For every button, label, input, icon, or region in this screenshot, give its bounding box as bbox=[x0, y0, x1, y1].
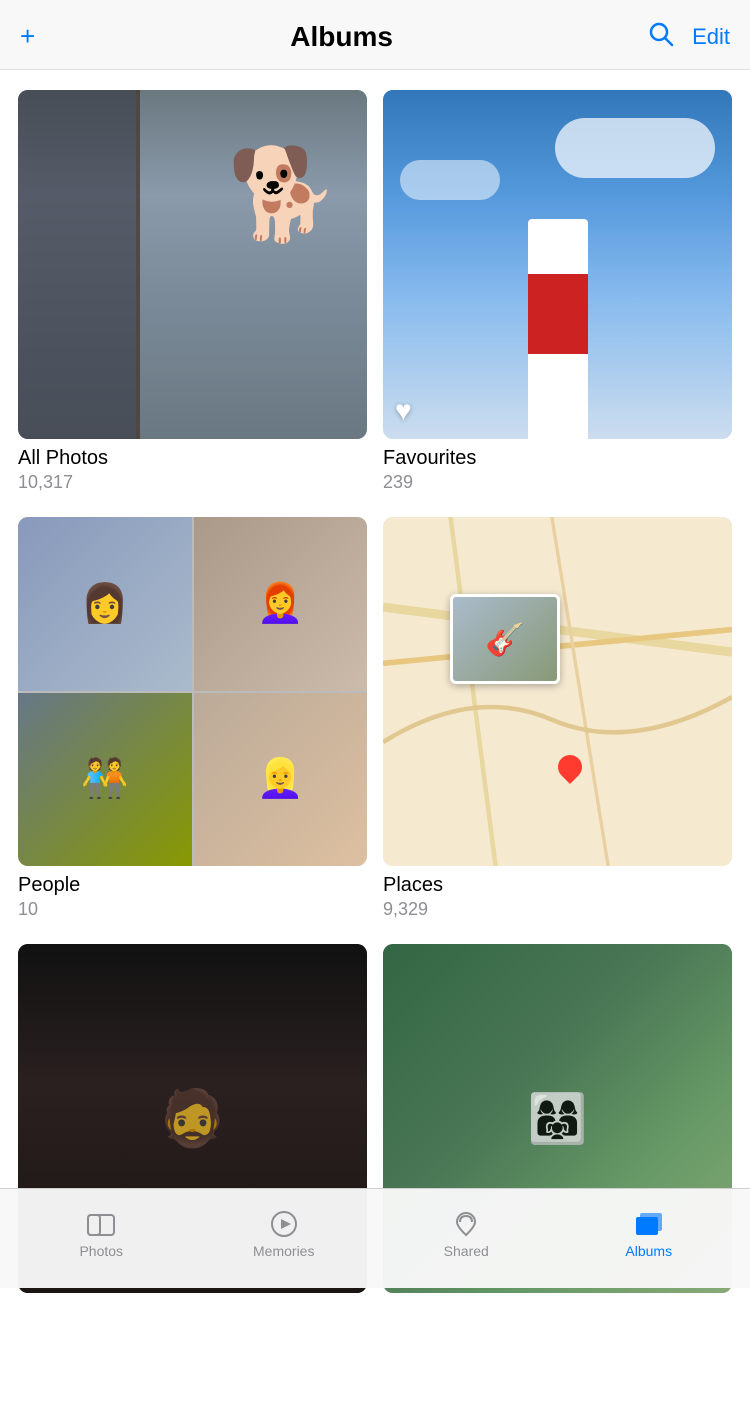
album-thumbnail: 🎸 bbox=[383, 517, 732, 866]
album-count: 239 bbox=[383, 472, 732, 493]
nav-label-memories: Memories bbox=[253, 1243, 314, 1259]
nav-label-photos: Photos bbox=[79, 1243, 123, 1259]
person-cell-4: 👱‍♀️ bbox=[194, 693, 368, 867]
bottom-nav: Photos Memories Shared Albums bbox=[0, 1188, 750, 1288]
nav-label-shared: Shared bbox=[444, 1243, 489, 1259]
album-count: 10,317 bbox=[18, 472, 367, 493]
search-icon bbox=[648, 21, 674, 47]
album-name: People bbox=[18, 874, 367, 897]
add-button[interactable]: + bbox=[20, 21, 35, 52]
album-thumbnail: 🐕 bbox=[18, 90, 367, 439]
photos-icon bbox=[86, 1209, 116, 1239]
album-thumbnail: ♥ bbox=[383, 90, 732, 439]
nav-item-shared[interactable]: Shared bbox=[375, 1209, 558, 1259]
search-button[interactable] bbox=[648, 21, 674, 53]
album-people[interactable]: 👩 👩‍🦰 🧑‍🤝‍🧑 👱‍♀️ People 10 bbox=[18, 517, 367, 920]
album-thumbnail: 👩 👩‍🦰 🧑‍🤝‍🧑 👱‍♀️ bbox=[18, 517, 367, 866]
memories-icon bbox=[269, 1209, 299, 1239]
albums-grid: 🐕 All Photos 10,317 bbox=[0, 70, 750, 1303]
album-all-photos[interactable]: 🐕 All Photos 10,317 bbox=[18, 90, 367, 493]
map-lines-svg bbox=[383, 517, 732, 866]
albums-icon bbox=[634, 1209, 664, 1239]
nav-item-memories[interactable]: Memories bbox=[193, 1209, 376, 1259]
album-name: Places bbox=[383, 874, 732, 897]
lighthouse-shape bbox=[528, 219, 588, 439]
person-cell-2: 👩‍🦰 bbox=[194, 517, 368, 691]
album-name: Favourites bbox=[383, 447, 732, 470]
nav-item-albums[interactable]: Albums bbox=[558, 1209, 741, 1259]
people-collage: 👩 👩‍🦰 🧑‍🤝‍🧑 👱‍♀️ bbox=[18, 517, 367, 866]
map-pin-photo: 🎸 bbox=[450, 594, 560, 684]
page-title: Albums bbox=[290, 21, 393, 53]
header: + Albums Edit bbox=[0, 0, 750, 70]
album-name: All Photos bbox=[18, 447, 367, 470]
album-count: 10 bbox=[18, 899, 367, 920]
person-cell-3: 🧑‍🤝‍🧑 bbox=[18, 693, 192, 867]
album-image: ♥ bbox=[383, 90, 732, 439]
album-count: 9,329 bbox=[383, 899, 732, 920]
edit-button[interactable]: Edit bbox=[692, 24, 730, 50]
places-map: 🎸 bbox=[383, 517, 732, 866]
album-image: 🐕 bbox=[18, 90, 367, 439]
shared-icon bbox=[451, 1209, 481, 1239]
album-favourites[interactable]: ♥ Favourites 239 bbox=[383, 90, 732, 493]
favourite-heart-icon: ♥ bbox=[395, 395, 412, 427]
nav-label-albums: Albums bbox=[625, 1243, 672, 1259]
album-places[interactable]: 🎸 Places 9,329 bbox=[383, 517, 732, 920]
person-cell-1: 👩 bbox=[18, 517, 192, 691]
nav-item-photos[interactable]: Photos bbox=[10, 1209, 193, 1259]
